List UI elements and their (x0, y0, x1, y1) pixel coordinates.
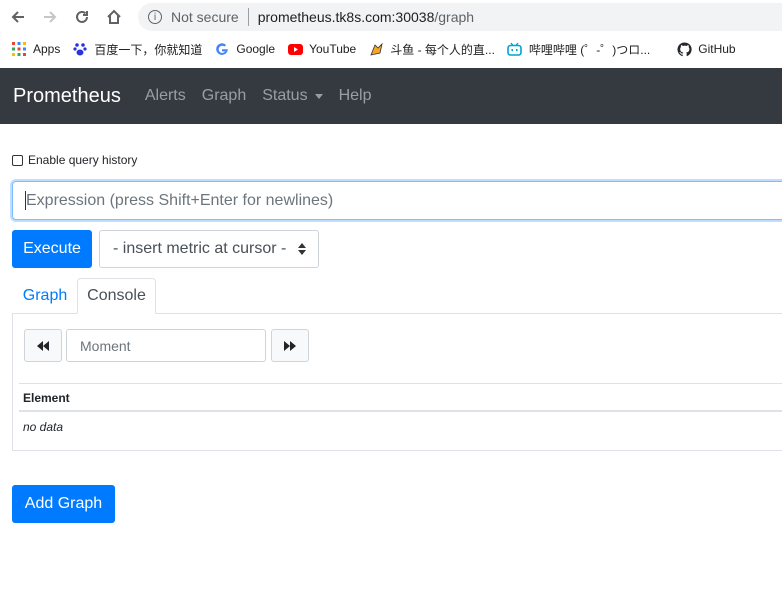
moment-input[interactable]: Moment (66, 329, 266, 362)
address-url: prometheus.tk8s.com:30038/graph (258, 9, 474, 25)
bookmark-bilibili[interactable]: 哔哩哔哩 (゜-゜)つロ... (507, 41, 650, 58)
bookmark-label: Google (236, 42, 276, 56)
baidu-icon (72, 41, 88, 57)
back-arrow-icon[interactable] (6, 5, 30, 29)
execute-button[interactable]: Execute (12, 230, 92, 268)
moment-forward-button[interactable] (271, 329, 309, 362)
moment-back-button[interactable] (24, 329, 62, 362)
table-empty-cell: no data (23, 420, 64, 434)
expression-input[interactable]: Expression (press Shift+Enter for newlin… (12, 181, 782, 220)
bookmark-youtube[interactable]: YouTube (287, 41, 356, 57)
forward-arrow-icon[interactable] (38, 5, 62, 29)
nav-help[interactable]: Help (339, 87, 372, 105)
reload-icon[interactable] (70, 5, 94, 29)
table-header-element: Element (23, 391, 70, 405)
bookmark-label: GitHub (698, 42, 736, 56)
douyu-icon (368, 41, 384, 57)
tab-graph[interactable]: Graph (12, 278, 78, 314)
google-icon (214, 41, 230, 57)
query-history-toggle[interactable]: Enable query history (12, 153, 137, 167)
bilibili-icon (507, 41, 523, 57)
table-top-border (19, 383, 782, 384)
bookmarks-bar: Apps 百度一下，你就知道 Google YouTube 斗鱼 - 每个人的直… (0, 36, 782, 62)
nav-alerts[interactable]: Alerts (145, 87, 186, 105)
browser-toolbar: i Not secure prometheus.tk8s.com:30038/g… (0, 0, 782, 34)
bookmark-label: 哔哩哔哩 (゜-゜)つロ... (528, 42, 651, 57)
address-host: prometheus.tk8s.com:30038 (257, 9, 435, 25)
nav-status-label: Status (262, 87, 308, 104)
moment-placeholder: Moment (80, 337, 131, 354)
history-checkbox[interactable] (12, 154, 23, 166)
bookmark-baidu[interactable]: 百度一下，你就知道 (72, 41, 202, 58)
insert-metric-select[interactable]: - insert metric at cursor - (99, 230, 319, 268)
fast-backward-icon (37, 340, 49, 351)
address-bar[interactable]: i Not secure prometheus.tk8s.com:30038/g… (138, 3, 782, 31)
bookmark-github[interactable]: GitHub (676, 41, 736, 57)
select-arrows-icon (298, 243, 306, 255)
history-label: Enable query history (28, 153, 138, 167)
prometheus-navbar: Prometheus Alerts Graph Status Help (0, 68, 782, 124)
fast-forward-icon (284, 340, 296, 351)
info-icon[interactable]: i (148, 10, 162, 24)
tab-console[interactable]: Console (77, 278, 156, 314)
bookmark-label: Apps (33, 42, 61, 56)
expression-placeholder: Expression (press Shift+Enter for newlin… (26, 191, 334, 209)
bookmark-label: 百度一下，你就知道 (94, 42, 203, 57)
caret-down-icon (314, 93, 323, 99)
security-label: Not secure (171, 9, 239, 25)
youtube-icon (287, 41, 303, 57)
bookmark-apps[interactable]: Apps (11, 41, 60, 57)
github-icon (676, 41, 692, 57)
bookmark-label: YouTube (309, 42, 357, 56)
bookmark-google[interactable]: Google (214, 41, 275, 57)
bookmark-label: 斗鱼 - 每个人的直... (390, 42, 495, 57)
metric-select-value: - insert metric at cursor - (113, 240, 287, 257)
apps-grid-icon (11, 41, 27, 57)
home-icon[interactable] (102, 5, 126, 29)
table-header-border (19, 410, 782, 412)
address-divider (247, 8, 249, 26)
address-path: /graph (434, 9, 475, 25)
brand-logo-text[interactable]: Prometheus (13, 85, 121, 108)
bookmark-douyu[interactable]: 斗鱼 - 每个人的直... (368, 41, 495, 58)
nav-graph[interactable]: Graph (202, 87, 246, 105)
nav-status-dropdown[interactable]: Status (262, 87, 323, 105)
add-graph-button[interactable]: Add Graph (12, 485, 115, 523)
browser-chrome: i Not secure prometheus.tk8s.com:30038/g… (0, 0, 782, 68)
